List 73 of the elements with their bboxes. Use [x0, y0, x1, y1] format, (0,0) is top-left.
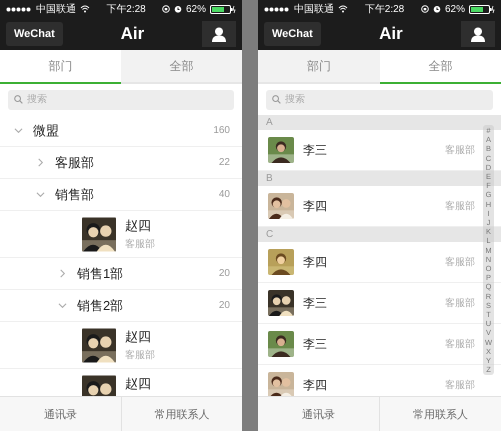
person-name: 赵四	[125, 328, 152, 346]
tab[interactable]: 全部	[121, 50, 242, 84]
search-field[interactable]: 搜索	[266, 90, 493, 110]
chevron-right-icon	[58, 269, 67, 278]
person-name: 赵四	[125, 217, 152, 235]
search-icon	[14, 95, 23, 104]
department-label: 客服部	[445, 378, 475, 392]
member-count: 160	[213, 125, 230, 136]
battery-icon	[469, 4, 496, 14]
status-time: 下午2:28	[106, 3, 146, 16]
profile-button[interactable]	[461, 21, 495, 47]
lock-rotation-icon	[162, 5, 170, 13]
nav-title: Air	[379, 24, 403, 44]
alarm-icon	[174, 5, 182, 13]
signal-icon	[264, 6, 290, 12]
chevron-right-icon	[36, 158, 45, 167]
department-label: 客服部	[445, 296, 475, 310]
tree-row[interactable]: 销售2部 20	[0, 290, 242, 322]
carrier-label: 中国联通	[294, 2, 334, 16]
department-label: 客服部	[445, 256, 475, 269]
search-icon	[272, 95, 281, 104]
battery-icon	[210, 4, 236, 14]
bottom-tab[interactable]: 常用联系人	[379, 397, 501, 431]
search-input[interactable]: 搜索	[27, 94, 228, 105]
chevron-down-icon	[36, 190, 45, 199]
person-icon	[471, 26, 485, 42]
wifi-icon	[338, 5, 348, 13]
group-label: 销售1部	[77, 264, 124, 282]
contact-name: 李三	[303, 336, 328, 352]
search-input[interactable]: 搜索	[285, 94, 487, 105]
contact-name: 李三	[303, 294, 328, 312]
group-label: 销售部	[55, 186, 95, 204]
search-field[interactable]: 搜索	[8, 90, 234, 110]
contact-name: 李四	[303, 376, 328, 394]
bottom-tab[interactable]: 通讯录	[258, 397, 379, 431]
battery-percent: 62%	[445, 4, 466, 14]
person-icon	[212, 26, 226, 42]
tree-row[interactable]: 销售1部 20	[0, 258, 242, 290]
contact-name: 李四	[303, 198, 328, 214]
person-name: 赵四	[125, 375, 151, 393]
member-count: 20	[218, 300, 230, 311]
group-label: 微盟	[33, 122, 60, 140]
back-button[interactable]: WeChat	[6, 22, 63, 46]
department-label: 客服部	[445, 200, 475, 213]
chevron-down-icon	[14, 126, 23, 135]
contact-name: 李四	[303, 254, 328, 270]
group-label: 客服部	[55, 154, 95, 172]
wifi-icon	[80, 5, 90, 13]
lock-rotation-icon	[421, 5, 429, 13]
nav-title: Air	[120, 24, 144, 44]
member-count: 40	[218, 189, 230, 200]
bottom-tab[interactable]: 通讯录	[0, 397, 120, 431]
department-label: 客服部	[445, 144, 475, 157]
tree-row[interactable]: 微盟 160	[0, 115, 242, 147]
status-time: 下午2:28	[364, 3, 404, 16]
carrier-label: 中国联通	[36, 2, 76, 16]
tree-row[interactable]: 销售部 40	[0, 179, 242, 211]
tree-row[interactable]: 客服部 22	[0, 147, 242, 179]
department-label: 客服部	[125, 348, 155, 362]
contact-name: 李三	[303, 142, 328, 158]
back-button[interactable]: WeChat	[264, 22, 321, 46]
bottom-tab[interactable]: 常用联系人	[120, 397, 242, 431]
signal-icon	[6, 6, 32, 12]
battery-percent: 62%	[186, 4, 206, 14]
alarm-icon	[433, 5, 441, 13]
group-label: 销售2部	[77, 296, 124, 314]
tab[interactable]: 部门	[258, 50, 380, 84]
member-count: 20	[218, 268, 230, 279]
department-label: 客服部	[445, 338, 475, 351]
chevron-down-icon	[58, 301, 67, 310]
member-count: 22	[218, 157, 230, 168]
profile-button[interactable]	[202, 21, 236, 47]
department-label: 客服部	[125, 238, 155, 251]
